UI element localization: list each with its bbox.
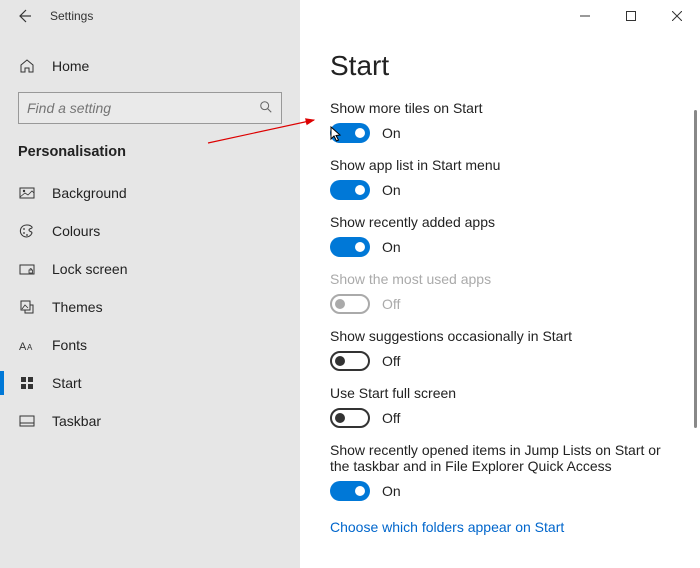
nav-item-colours[interactable]: Colours xyxy=(0,212,300,250)
nav-label: Fonts xyxy=(52,337,87,353)
toggle-state: On xyxy=(382,125,401,141)
toggle-state: Off xyxy=(382,296,400,312)
start-icon xyxy=(18,375,36,391)
taskbar-icon xyxy=(18,413,36,429)
lock-screen-icon xyxy=(18,261,36,277)
setting-most-used: Show the most used apps Off xyxy=(330,271,674,314)
nav-item-background[interactable]: Background xyxy=(0,174,300,212)
svg-text:A: A xyxy=(27,343,33,352)
picture-icon xyxy=(18,185,36,201)
page-title: Start xyxy=(330,50,674,82)
home-label: Home xyxy=(52,58,89,74)
nav-label: Background xyxy=(52,185,127,201)
palette-icon xyxy=(18,223,36,239)
nav-item-themes[interactable]: Themes xyxy=(0,288,300,326)
toggle-state: On xyxy=(382,182,401,198)
toggle-full-screen[interactable] xyxy=(330,408,370,428)
themes-icon xyxy=(18,299,36,315)
setting-show-more-tiles: Show more tiles on Start On xyxy=(330,100,674,143)
toggle-most-used xyxy=(330,294,370,314)
section-heading: Personalisation xyxy=(0,128,300,174)
close-button[interactable] xyxy=(654,0,700,32)
nav-label: Start xyxy=(52,375,82,391)
folders-link[interactable]: Choose which folders appear on Start xyxy=(330,519,564,535)
toggle-recently-added[interactable] xyxy=(330,237,370,257)
search-icon xyxy=(259,100,273,117)
toggle-jump-lists[interactable] xyxy=(330,481,370,501)
setting-label: Show app list in Start menu xyxy=(330,157,674,173)
search-box[interactable] xyxy=(18,92,282,124)
maximize-button[interactable] xyxy=(608,0,654,32)
search-input[interactable] xyxy=(27,100,259,116)
window-title: Settings xyxy=(50,9,93,23)
svg-text:A: A xyxy=(19,341,27,352)
nav-label: Lock screen xyxy=(52,261,127,277)
nav-label: Themes xyxy=(52,299,103,315)
content-area: Start Show more tiles on Start On Show a… xyxy=(300,32,700,568)
toggle-state: On xyxy=(382,483,401,499)
toggle-show-app-list[interactable] xyxy=(330,180,370,200)
setting-label: Show suggestions occasionally in Start xyxy=(330,328,674,344)
nav-label: Taskbar xyxy=(52,413,101,429)
setting-label: Show more tiles on Start xyxy=(330,100,674,116)
home-nav[interactable]: Home xyxy=(0,48,300,84)
sidebar: Home Personalisation Background Colours … xyxy=(0,32,300,568)
setting-full-screen: Use Start full screen Off xyxy=(330,385,674,428)
setting-label: Show recently opened items in Jump Lists… xyxy=(330,442,674,474)
titlebar: Settings xyxy=(0,0,700,32)
toggle-state: Off xyxy=(382,410,400,426)
fonts-icon: AA xyxy=(18,338,36,352)
toggle-state: On xyxy=(382,239,401,255)
nav-item-taskbar[interactable]: Taskbar xyxy=(0,402,300,440)
toggle-state: Off xyxy=(382,353,400,369)
nav-item-fonts[interactable]: AA Fonts xyxy=(0,326,300,364)
setting-label: Show recently added apps xyxy=(330,214,674,230)
setting-jump-lists: Show recently opened items in Jump Lists… xyxy=(330,442,674,501)
nav-item-lock-screen[interactable]: Lock screen xyxy=(0,250,300,288)
setting-recently-added: Show recently added apps On xyxy=(330,214,674,257)
setting-label: Show the most used apps xyxy=(330,271,674,287)
home-icon xyxy=(18,58,36,74)
scrollbar[interactable] xyxy=(694,110,697,428)
nav-label: Colours xyxy=(52,223,100,239)
toggle-show-more-tiles[interactable] xyxy=(330,123,370,143)
nav-item-start[interactable]: Start xyxy=(0,364,300,402)
setting-suggestions: Show suggestions occasionally in Start O… xyxy=(330,328,674,371)
minimize-button[interactable] xyxy=(562,0,608,32)
setting-label: Use Start full screen xyxy=(330,385,674,401)
back-button[interactable] xyxy=(8,0,40,32)
setting-show-app-list: Show app list in Start menu On xyxy=(330,157,674,200)
toggle-suggestions[interactable] xyxy=(330,351,370,371)
